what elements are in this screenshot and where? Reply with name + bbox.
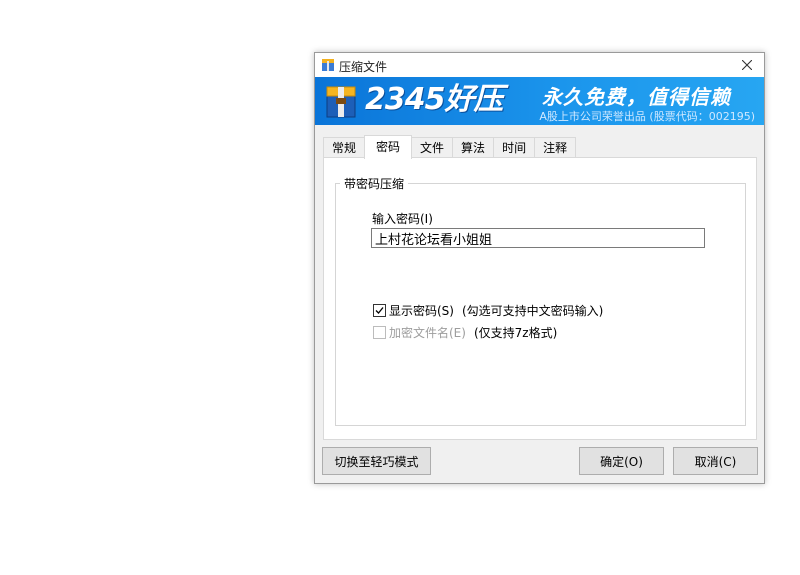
- compress-dialog: 压缩文件 2345好压 永久免费，值得信赖 A股上市公司荣誉出品 (股票代码：0…: [314, 52, 765, 484]
- encrypt-filenames-note: (仅支持7z格式): [473, 326, 558, 340]
- password-label: 输入密码(I): [372, 212, 433, 226]
- tab-files[interactable]: 文件: [411, 137, 454, 158]
- banner-slogan: 永久免费，值得信赖: [542, 85, 731, 109]
- archive-app-icon: [322, 59, 334, 71]
- banner-brand: 2345好压: [365, 82, 503, 117]
- ok-button[interactable]: 确定(O): [579, 447, 664, 475]
- title-bar: 压缩文件: [315, 53, 764, 77]
- password-tab-panel: 带密码压缩 输入密码(I) 显示密码(S) (勾选可支持中文密码输入) 加密文件…: [323, 157, 757, 440]
- tab-strip: 常规 密码 文件 算法 时间 注释: [323, 135, 577, 159]
- show-password-option[interactable]: 显示密码(S) (勾选可支持中文密码输入): [373, 302, 603, 319]
- close-icon: [742, 60, 752, 70]
- encrypt-filenames-option[interactable]: 加密文件名(E) (仅支持7z格式): [373, 324, 557, 341]
- encrypt-filenames-checkbox[interactable]: [373, 326, 386, 339]
- tab-algorithm[interactable]: 算法: [452, 137, 495, 158]
- brand-banner: 2345好压 永久免费，值得信赖 A股上市公司荣誉出品 (股票代码：002195…: [315, 77, 764, 125]
- tab-comment[interactable]: 注释: [534, 137, 577, 158]
- archive-logo-icon: [326, 86, 356, 118]
- switch-lite-mode-button[interactable]: 切换至轻巧模式: [322, 447, 431, 475]
- tab-password[interactable]: 密码: [364, 135, 413, 159]
- show-password-checkbox[interactable]: [373, 304, 386, 317]
- tab-general[interactable]: 常规: [323, 137, 366, 158]
- cancel-button[interactable]: 取消(C): [673, 447, 758, 475]
- password-input[interactable]: [371, 228, 705, 248]
- show-password-label: 显示密码(S): [389, 304, 454, 318]
- window-title: 压缩文件: [339, 60, 388, 74]
- banner-subtitle: A股上市公司荣誉出品 (股票代码：002195): [539, 110, 755, 123]
- tab-time[interactable]: 时间: [493, 137, 536, 158]
- checkmark-icon: [375, 307, 384, 314]
- encrypt-filenames-label: 加密文件名(E): [389, 326, 466, 340]
- show-password-note: (勾选可支持中文密码输入): [461, 304, 604, 318]
- close-button[interactable]: [730, 53, 764, 77]
- groupbox-title: 带密码压缩: [340, 175, 409, 192]
